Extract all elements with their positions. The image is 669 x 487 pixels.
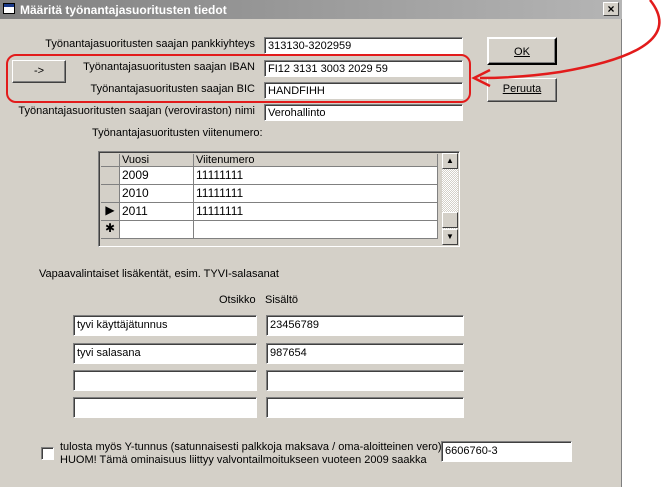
annotation-arrow: [471, 0, 661, 88]
annotation-arrow-line: [479, 0, 661, 80]
